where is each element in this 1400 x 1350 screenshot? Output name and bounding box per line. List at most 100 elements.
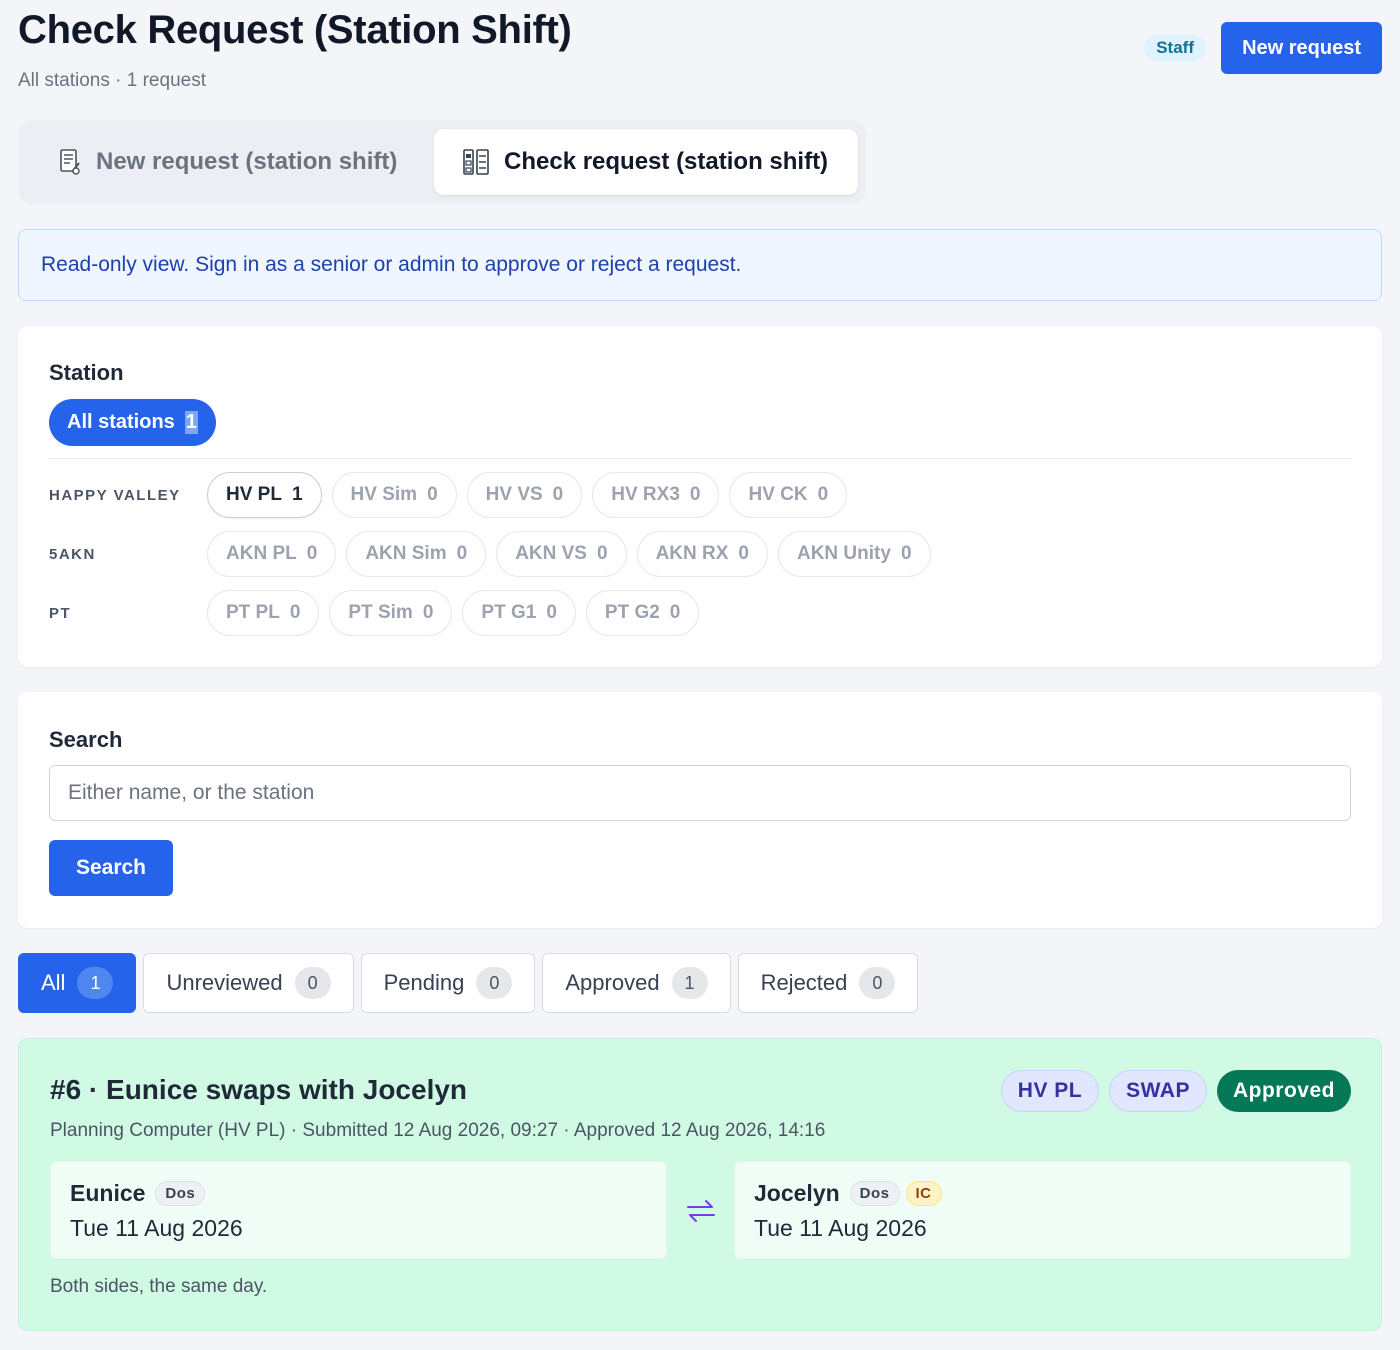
station-chip-pt-g1[interactable]: PT G1 0 bbox=[462, 590, 576, 636]
station-chip-hv-sim[interactable]: HV Sim 0 bbox=[331, 472, 457, 518]
station-label: Station bbox=[49, 360, 124, 385]
chip-label: PT G1 bbox=[481, 602, 537, 623]
filter-count: 0 bbox=[476, 967, 513, 999]
chip-label: PT G2 bbox=[604, 602, 660, 623]
chip-count: 0 bbox=[427, 484, 438, 505]
swap-arrows-icon bbox=[687, 1200, 715, 1222]
tab-new-request[interactable]: New request (station shift) bbox=[42, 129, 432, 195]
station-chip-hv-vs[interactable]: HV VS 0 bbox=[466, 472, 583, 518]
chip-label: HV Sim bbox=[350, 484, 418, 505]
filter-count: 0 bbox=[859, 967, 896, 999]
station-chip-akn-pl[interactable]: AKN PL 0 bbox=[207, 531, 337, 577]
chip-count: 0 bbox=[738, 543, 749, 564]
station-chip-pt-sim[interactable]: PT Sim 0 bbox=[329, 590, 453, 636]
tab-check-request-label: Check request (station shift) bbox=[504, 148, 829, 175]
chip-count: 0 bbox=[456, 543, 468, 564]
status-badge: Approved bbox=[1216, 1070, 1351, 1112]
person-name: Eunice bbox=[70, 1180, 146, 1206]
filter-rejected[interactable]: Rejected 0 bbox=[737, 953, 919, 1013]
chip-count: 0 bbox=[900, 543, 912, 564]
filter-label: Pending bbox=[383, 970, 465, 995]
station-group-happy-valley: HAPPY VALLEY HV PL 1 HV Sim 0 HV VS 0 HV RX… bbox=[49, 472, 857, 518]
chip-label: HV CK bbox=[748, 484, 808, 505]
request-meta: Planning Computer (HV PL) · Submitted 12… bbox=[50, 1120, 826, 1141]
page-title: Check Request (Station Shift) bbox=[18, 8, 572, 52]
readonly-notice: Read-only view. Sign in as a senior or a… bbox=[18, 229, 1382, 301]
status-filter-tabs: All 1 Unreviewed 0 Pending 0 Approved 1 Reje… bbox=[18, 953, 925, 1013]
swap-to-panel: Jocelyn Dos IC Tue 11 Aug 2026 bbox=[734, 1161, 1351, 1259]
station-chip-hv-ck[interactable]: HV CK 0 bbox=[729, 472, 848, 518]
search-label: Search bbox=[49, 727, 123, 752]
all-stations-label: All stations bbox=[67, 411, 175, 433]
chip-count: 0 bbox=[289, 602, 301, 623]
chip-count: 1 bbox=[291, 484, 303, 505]
group-name: 5AKN bbox=[49, 545, 96, 563]
swap-from-panel: Eunice Dos Tue 11 Aug 2026 bbox=[50, 1161, 667, 1259]
chip-label: PT Sim bbox=[348, 602, 413, 623]
search-card: Search Search bbox=[18, 692, 1382, 928]
filter-label: Unreviewed bbox=[166, 970, 283, 995]
station-chip-hv-rx3[interactable]: HV RX3 0 bbox=[592, 472, 720, 518]
filter-label: All bbox=[41, 970, 66, 995]
chip-label: HV VS bbox=[485, 484, 543, 505]
request-card: #6 · Eunice swaps with Jocelyn HV PL SWA… bbox=[18, 1038, 1382, 1331]
filter-all[interactable]: All 1 bbox=[18, 953, 137, 1013]
filter-pending[interactable]: Pending 0 bbox=[360, 953, 536, 1013]
chip-count: 0 bbox=[422, 602, 434, 623]
view-tabs: New request (station shift) Check reques… bbox=[18, 120, 866, 204]
tab-check-request[interactable]: Check request (station shift) bbox=[434, 129, 858, 195]
station-chip-akn-sim[interactable]: AKN Sim 0 bbox=[346, 531, 487, 577]
all-stations-chip[interactable]: All stations 1 bbox=[49, 399, 216, 446]
chip-label: AKN RX bbox=[655, 543, 729, 564]
side-name-row: Jocelyn Dos IC bbox=[754, 1180, 942, 1207]
type-badge: SWAP bbox=[1109, 1070, 1207, 1112]
chip-label: PT PL bbox=[226, 602, 280, 623]
chip-count: 0 bbox=[689, 484, 701, 505]
filter-label: Approved bbox=[565, 970, 660, 995]
person-name: Jocelyn bbox=[754, 1180, 840, 1206]
group-name: PT bbox=[49, 604, 72, 622]
station-chip-pt-pl[interactable]: PT PL 0 bbox=[207, 590, 320, 636]
chip-label: AKN Unity bbox=[796, 543, 891, 564]
chip-count: 0 bbox=[596, 543, 608, 564]
all-stations-count: 1 bbox=[184, 411, 198, 434]
chip-count: 0 bbox=[306, 543, 318, 564]
chip-count: 0 bbox=[817, 484, 829, 505]
shift-date: Tue 11 Aug 2026 bbox=[70, 1215, 243, 1241]
station-chip-akn-unity[interactable]: AKN Unity 0 bbox=[777, 531, 931, 577]
station-chip-akn-vs[interactable]: AKN VS 0 bbox=[496, 531, 627, 577]
filter-approved[interactable]: Approved 1 bbox=[542, 953, 731, 1013]
side-name-row: Eunice Dos bbox=[70, 1180, 206, 1207]
filter-unreviewed[interactable]: Unreviewed 0 bbox=[143, 953, 354, 1013]
group-name: HAPPY VALLEY bbox=[49, 486, 181, 504]
station-badge: HV PL bbox=[1000, 1070, 1100, 1112]
divider bbox=[49, 458, 1351, 459]
shift-date: Tue 11 Aug 2026 bbox=[754, 1215, 927, 1241]
chip-count: 0 bbox=[546, 602, 557, 623]
notepad-icon bbox=[60, 149, 80, 175]
rank-tag: Dos bbox=[849, 1181, 900, 1206]
page-subtitle: All stations · 1 request bbox=[18, 70, 206, 91]
request-note: Both sides, the same day. bbox=[50, 1276, 268, 1297]
tab-new-request-label: New request (station shift) bbox=[96, 148, 398, 175]
page: Check Request (Station Shift) All statio… bbox=[18, 0, 1382, 1331]
chip-label: AKN VS bbox=[515, 543, 587, 564]
ic-tag: IC bbox=[905, 1181, 942, 1206]
station-group-pt: PT PT PL 0 PT Sim 0 PT G1 0 PT G2 0 bbox=[49, 590, 709, 636]
checklist-icon bbox=[463, 149, 489, 175]
new-request-button[interactable]: New request bbox=[1221, 22, 1382, 74]
page-header: Check Request (Station Shift) All statio… bbox=[18, 0, 1382, 104]
request-badges: HV PL SWAP Approved bbox=[991, 1070, 1351, 1112]
chip-label: AKN Sim bbox=[365, 543, 447, 564]
search-input[interactable] bbox=[49, 765, 1351, 821]
chip-label: AKN PL bbox=[226, 543, 297, 564]
chip-count: 0 bbox=[552, 484, 564, 505]
request-title: #6 · Eunice swaps with Jocelyn bbox=[50, 1074, 468, 1105]
chip-label: HV RX3 bbox=[611, 484, 680, 505]
chip-count: 0 bbox=[669, 602, 681, 623]
filter-count: 1 bbox=[77, 967, 114, 999]
search-button[interactable]: Search bbox=[49, 840, 173, 896]
station-chip-hv-pl[interactable]: HV PL 1 bbox=[207, 472, 322, 518]
station-chip-akn-rx[interactable]: AKN RX 0 bbox=[636, 531, 768, 577]
station-chip-pt-g2[interactable]: PT G2 0 bbox=[585, 590, 700, 636]
